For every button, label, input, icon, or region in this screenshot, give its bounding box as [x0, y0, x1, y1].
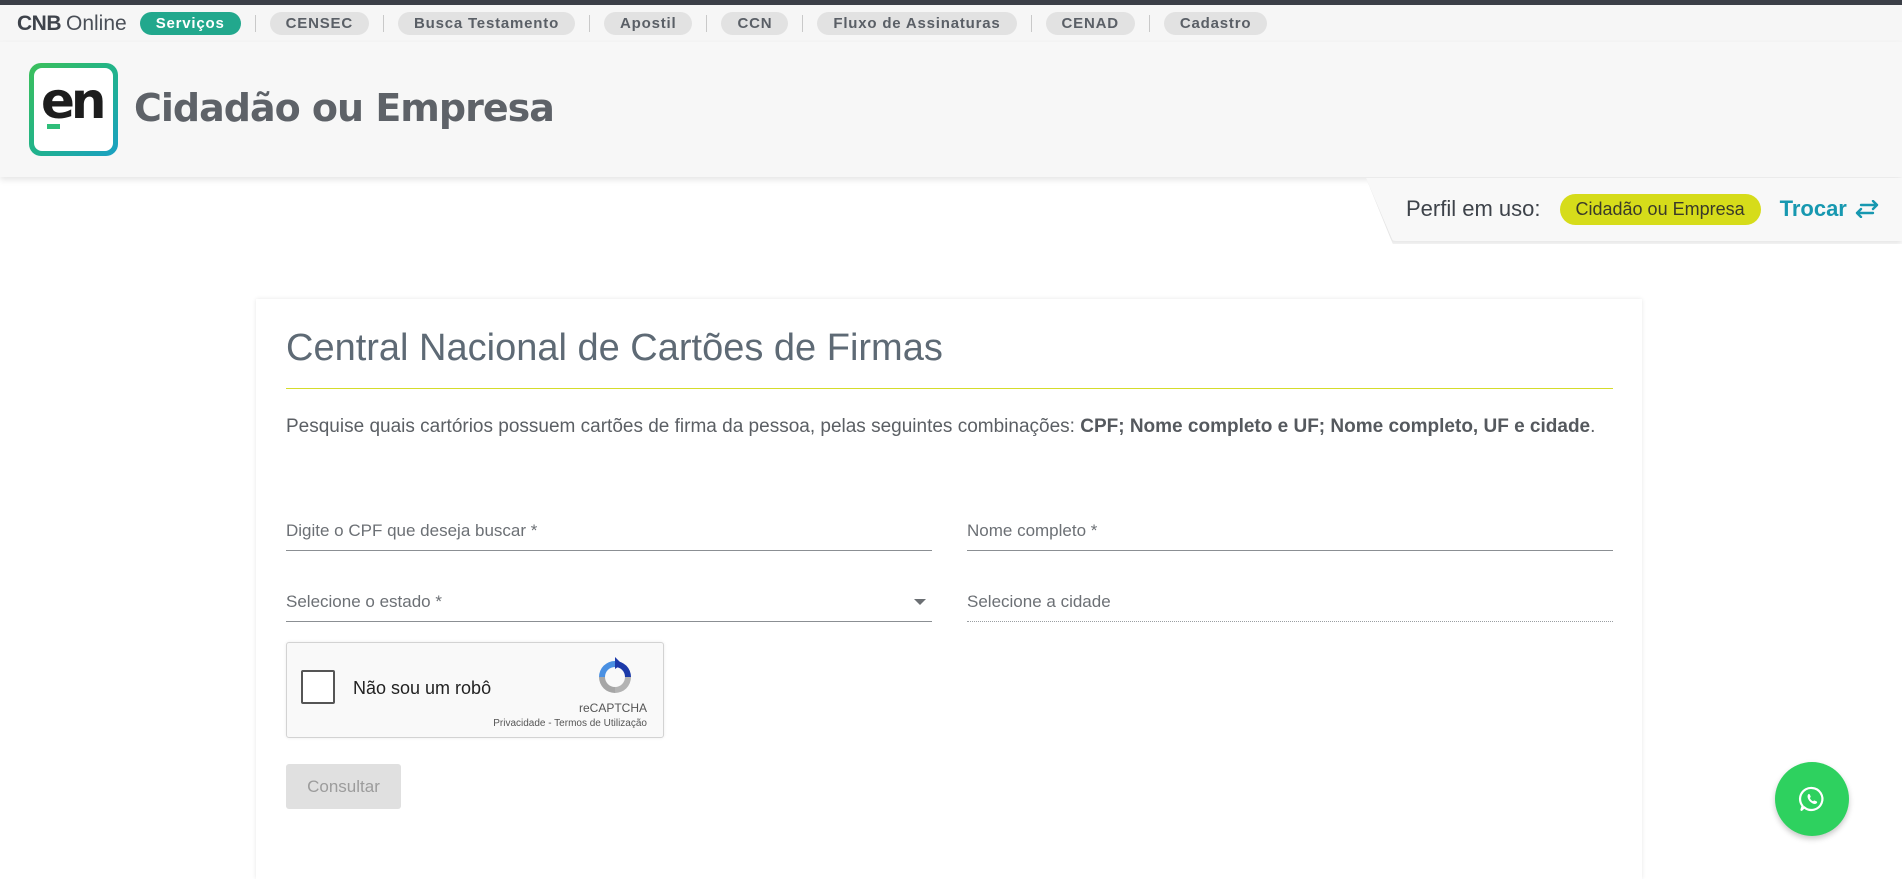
en-logo[interactable]: en	[29, 63, 118, 156]
nav-item-cenad[interactable]: CENAD	[1045, 12, 1135, 35]
title-divider	[286, 388, 1613, 389]
state-select[interactable]: Selecione o estado *	[286, 590, 932, 622]
nav-item-apostil[interactable]: Apostil	[604, 12, 693, 35]
nav-item-servicos[interactable]: Serviços	[139, 12, 241, 35]
nav-separator	[382, 15, 384, 32]
recaptcha-logo-icon	[599, 657, 631, 693]
nav-item-ccn[interactable]: CCN	[721, 12, 789, 35]
brand[interactable]: CNB Online	[17, 12, 127, 36]
cpf-label: Digite o CPF que deseja buscar *	[286, 521, 538, 540]
search-card: Central Nacional de Cartões de Firmas Pe…	[256, 299, 1642, 879]
nav-item-busca-testamento[interactable]: Busca Testamento	[397, 12, 576, 35]
page-header: en Cidadão ou Empresa	[0, 42, 1902, 177]
brand-light: Online	[66, 11, 127, 35]
nav-separator	[1030, 15, 1032, 32]
nav-item-censec[interactable]: CENSEC	[269, 12, 369, 35]
description-combinations: CPF; Nome completo e UF; Nome completo, …	[1080, 416, 1591, 437]
nav-separator	[1148, 15, 1150, 32]
cpf-input[interactable]: Digite o CPF que deseja buscar *	[286, 519, 932, 551]
city-select[interactable]: Selecione a cidade	[967, 590, 1613, 622]
full-name-label: Nome completo *	[967, 521, 1098, 540]
card-description: Pesquise quais cartórios possuem cartões…	[286, 409, 1613, 444]
logo-text: en	[41, 72, 106, 130]
nav-item-fluxo-assinaturas[interactable]: Fluxo de Assinaturas	[817, 12, 1017, 35]
profile-badge: Cidadão ou Empresa	[1559, 193, 1761, 225]
recaptcha-widget: Não sou um robô reCAPTCHA Privacidade - …	[286, 642, 664, 738]
whatsapp-button[interactable]	[1775, 762, 1849, 836]
switch-label: Trocar	[1779, 196, 1847, 221]
nav-separator	[706, 15, 708, 32]
nav-separator	[802, 15, 804, 32]
logo-inner: en	[34, 68, 113, 151]
nav-item-cadastro[interactable]: Cadastro	[1163, 12, 1268, 35]
logo-dash	[47, 124, 60, 129]
full-name-input[interactable]: Nome completo *	[967, 519, 1613, 551]
swap-icon	[1855, 200, 1879, 218]
profile-bar: Perfil em uso: Cidadão ou Empresa Trocar	[1406, 193, 1879, 225]
card-title: Central Nacional de Cartões de Firmas	[286, 327, 943, 369]
city-label: Selecione a cidade	[967, 592, 1111, 611]
header-title: Cidadão ou Empresa	[134, 86, 555, 130]
description-end: .	[1590, 416, 1596, 437]
switch-profile-button[interactable]: Trocar	[1780, 196, 1879, 222]
whatsapp-icon	[1798, 786, 1824, 812]
nav-separator	[254, 15, 256, 32]
state-label: Selecione o estado *	[286, 592, 442, 611]
recaptcha-label: Não sou um robô	[353, 678, 492, 698]
dropdown-caret-icon	[914, 599, 926, 605]
brand-bold: CNB	[17, 11, 62, 35]
recaptcha-terms-link[interactable]: Privacidade - Termos de Utilização	[493, 718, 647, 729]
consult-button[interactable]: Consultar	[286, 764, 401, 809]
recaptcha-brand: reCAPTCHA	[578, 701, 647, 715]
recaptcha-checkbox[interactable]	[301, 670, 335, 704]
top-navbar: CNB Online Serviços CENSEC Busca Testame…	[0, 5, 1902, 42]
profile-label: Perfil em uso:	[1406, 196, 1541, 221]
nav-separator	[589, 15, 591, 32]
description-intro: Pesquise quais cartórios possuem cartões…	[286, 416, 1081, 437]
